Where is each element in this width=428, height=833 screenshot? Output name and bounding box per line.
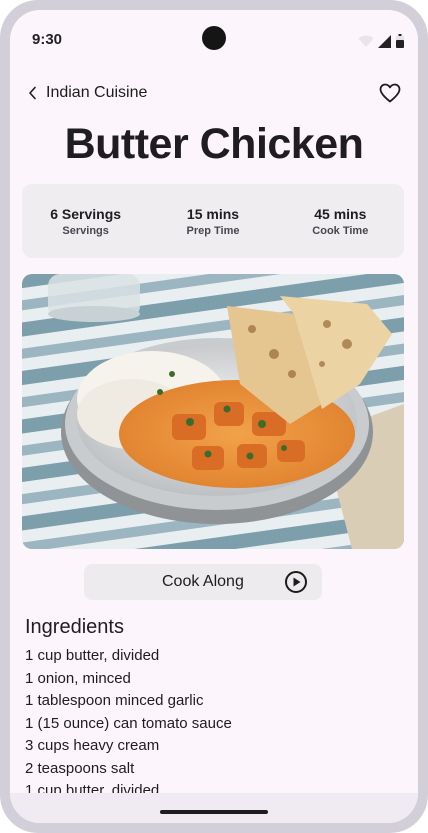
front-camera bbox=[202, 26, 226, 50]
ingredient-item: 1 (15 ounce) can tomato sauce bbox=[25, 714, 232, 732]
back-label: Indian Cuisine bbox=[46, 84, 148, 101]
stat-value: 6 Servings bbox=[50, 205, 122, 222]
battery-icon bbox=[396, 34, 404, 48]
top-nav: Indian Cuisine bbox=[10, 78, 418, 108]
ingredient-item: 3 cups heavy cream bbox=[25, 737, 160, 754]
recipe-title: Butter Chicken bbox=[64, 120, 364, 168]
chevron-left-icon bbox=[29, 86, 36, 100]
stat-label: Cook Time bbox=[312, 224, 369, 237]
ingredients-list: 1 cup butter, divided 1 onion, minced 1 … bbox=[25, 645, 405, 803]
recipe-photo bbox=[22, 274, 404, 549]
recipe-stats-card: 6 Servings Servings 15 mins Prep Time 45… bbox=[22, 184, 404, 258]
back-button[interactable]: Indian Cuisine bbox=[28, 78, 147, 108]
cook-along-button[interactable]: Cook Along bbox=[84, 564, 322, 600]
favorite-button[interactable] bbox=[378, 81, 402, 105]
stat-value: 15 mins bbox=[186, 205, 240, 222]
butter-chicken-illustration bbox=[22, 274, 404, 549]
stat-label: Servings bbox=[62, 224, 109, 237]
signal-icon bbox=[378, 35, 391, 48]
ingredient-item: 1 onion, minced bbox=[25, 669, 131, 687]
status-icons bbox=[358, 32, 404, 48]
wifi-icon bbox=[358, 35, 374, 47]
heart-outline-icon bbox=[379, 83, 401, 103]
ingredient-item: 1 cup butter, divided bbox=[25, 647, 160, 664]
ingredient-item: 1 tablespoon minced garlic bbox=[25, 692, 204, 709]
status-bar: 9:30 bbox=[10, 10, 418, 66]
home-indicator[interactable] bbox=[160, 810, 268, 814]
stat-servings: 6 Servings Servings bbox=[23, 206, 149, 237]
stat-cook-time: 45 mins Cook Time bbox=[277, 206, 403, 237]
ingredients-title: Ingredients bbox=[25, 616, 124, 638]
device-frame: 9:30 Indian Cuisine Butter Chicken 6 Ser… bbox=[0, 0, 428, 833]
stat-value: 45 mins bbox=[314, 205, 367, 222]
ingredients-section: Ingredients 1 cup butter, divided 1 onio… bbox=[25, 616, 405, 803]
stat-prep-time: 15 mins Prep Time bbox=[150, 206, 276, 237]
cook-along-label: Cook Along bbox=[162, 573, 244, 590]
ingredient-item: 2 teaspoons salt bbox=[25, 759, 135, 777]
screen: 9:30 Indian Cuisine Butter Chicken 6 Ser… bbox=[10, 10, 418, 823]
stat-label: Prep Time bbox=[186, 224, 240, 237]
play-circle-icon bbox=[285, 571, 307, 593]
status-time: 9:30 bbox=[32, 31, 63, 48]
gesture-nav-area bbox=[10, 793, 418, 823]
